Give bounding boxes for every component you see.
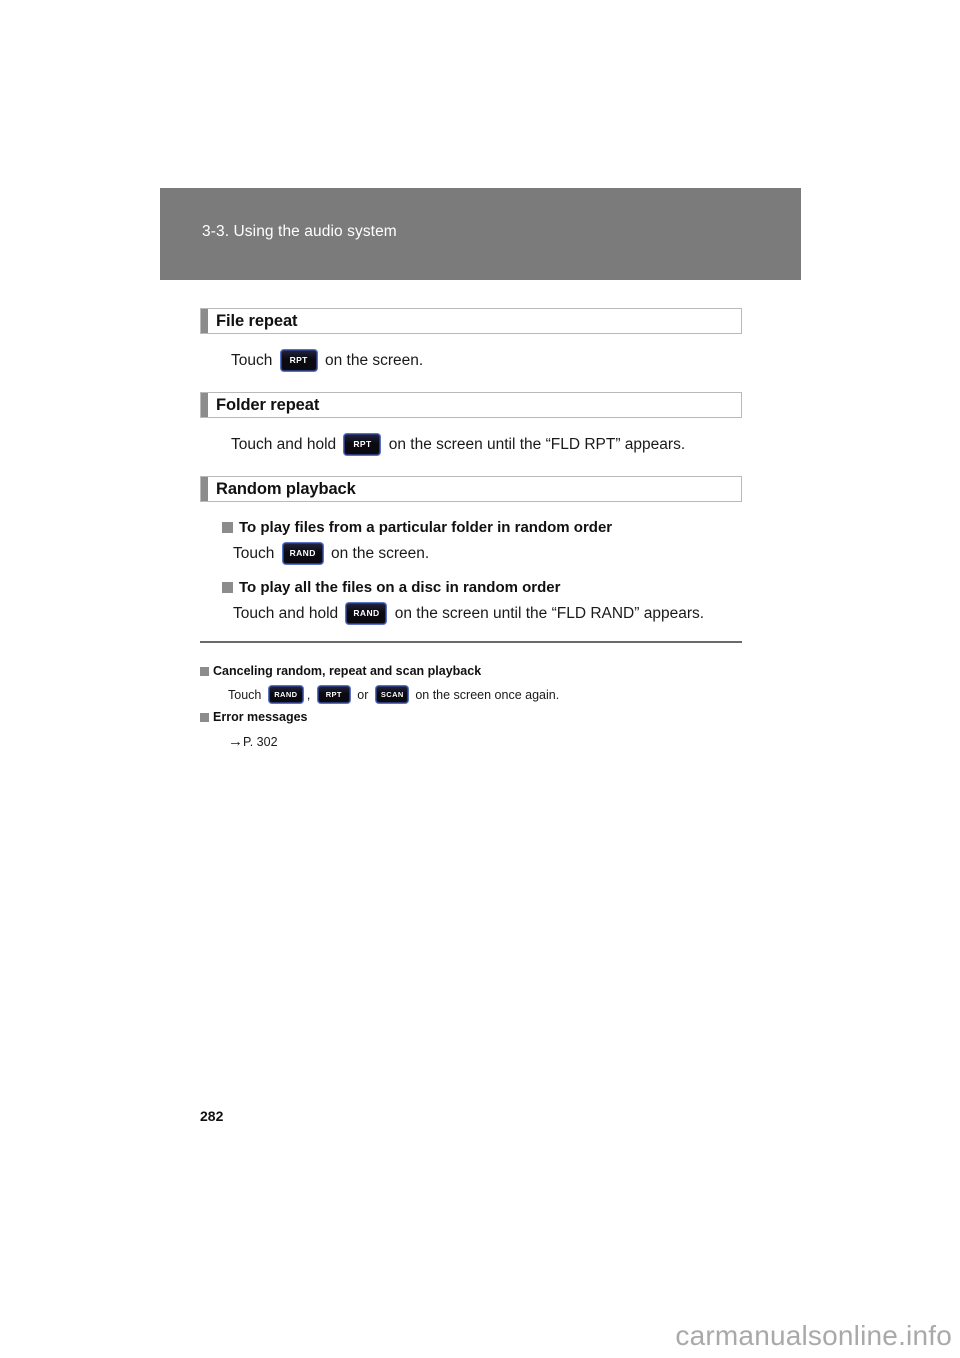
page-reference-text[interactable]: P. 302 bbox=[243, 735, 278, 749]
chapter-title: 3-3. Using the audio system bbox=[202, 223, 397, 240]
square-bullet-icon bbox=[222, 522, 233, 533]
section-marker-bar bbox=[201, 309, 208, 333]
note-text-prefix: Touch bbox=[228, 687, 265, 702]
section-header-random-playback: Random playback bbox=[200, 476, 742, 502]
instruction-text-suffix: on the screen. bbox=[326, 544, 430, 562]
rpt-key-icon[interactable]: RPT bbox=[345, 435, 380, 454]
instruction-text-suffix: on the screen. bbox=[320, 351, 424, 369]
instruction-text-suffix: on the screen until the “FLD RAND” appea… bbox=[390, 604, 705, 622]
instruction-text-prefix: Touch and hold bbox=[233, 604, 343, 622]
site-watermark: carmanualsonline.info bbox=[675, 1320, 952, 1351]
section-title-file-repeat: File repeat bbox=[216, 311, 298, 330]
instruction-folder-random: Touch RAND on the screen. bbox=[233, 544, 742, 563]
right-arrow-icon: → bbox=[228, 733, 243, 750]
note-separator-2: or bbox=[353, 687, 372, 702]
instruction-disc-random: Touch and hold RAND on the screen until … bbox=[233, 604, 742, 623]
instruction-folder-repeat: Touch and hold RPT on the screen until t… bbox=[231, 435, 742, 454]
note-heading-canceling: Canceling random, repeat and scan playba… bbox=[200, 664, 742, 678]
square-bullet-icon bbox=[200, 712, 209, 722]
note-page-reference: → P. 302 bbox=[228, 733, 742, 750]
bullet-item-disc-random: To play all the files on a disc in rando… bbox=[222, 579, 742, 596]
note-text-suffix: on the screen once again. bbox=[411, 687, 560, 702]
note-heading-error-messages: Error messages bbox=[200, 710, 742, 724]
page-number: 282 bbox=[200, 1108, 224, 1124]
rpt-key-icon[interactable]: RPT bbox=[318, 687, 349, 702]
instruction-text-prefix: Touch bbox=[233, 544, 279, 562]
note-instruction-canceling: Touch RAND, RPT or SCAN on the screen on… bbox=[228, 687, 742, 702]
section-marker-bar bbox=[201, 477, 208, 501]
section-header-file-repeat: File repeat bbox=[200, 308, 742, 334]
page-content: File repeat Touch RPT on the screen. Fol… bbox=[200, 308, 742, 750]
chapter-header-band: 3-3. Using the audio system bbox=[160, 188, 801, 280]
section-divider bbox=[200, 641, 742, 643]
instruction-file-repeat: Touch RPT on the screen. bbox=[231, 351, 742, 370]
square-bullet-icon bbox=[200, 666, 209, 676]
section-title-folder-repeat: Folder repeat bbox=[216, 395, 320, 414]
instruction-text-suffix: on the screen until the “FLD RPT” appear… bbox=[384, 435, 686, 453]
section-title-random-playback: Random playback bbox=[216, 479, 356, 498]
note-title: Canceling random, repeat and scan playba… bbox=[213, 664, 482, 678]
section-marker-bar bbox=[201, 393, 208, 417]
instruction-text-prefix: Touch and hold bbox=[231, 435, 341, 453]
square-bullet-icon bbox=[222, 582, 233, 593]
notes-block: Canceling random, repeat and scan playba… bbox=[200, 664, 742, 750]
rpt-key-icon[interactable]: RPT bbox=[281, 351, 316, 370]
instruction-text-prefix: Touch bbox=[231, 351, 277, 369]
rand-key-icon[interactable]: RAND bbox=[347, 604, 386, 623]
bullet-title: To play all the files on a disc in rando… bbox=[239, 579, 561, 596]
bullet-title: To play files from a particular folder i… bbox=[239, 519, 613, 536]
note-title: Error messages bbox=[213, 710, 308, 724]
bullet-item-folder-random: To play files from a particular folder i… bbox=[222, 519, 742, 536]
rand-key-icon[interactable]: RAND bbox=[269, 687, 302, 702]
scan-key-icon[interactable]: SCAN bbox=[376, 687, 407, 702]
section-header-folder-repeat: Folder repeat bbox=[200, 392, 742, 418]
rand-key-icon[interactable]: RAND bbox=[283, 544, 322, 563]
note-separator-1: , bbox=[306, 687, 314, 702]
